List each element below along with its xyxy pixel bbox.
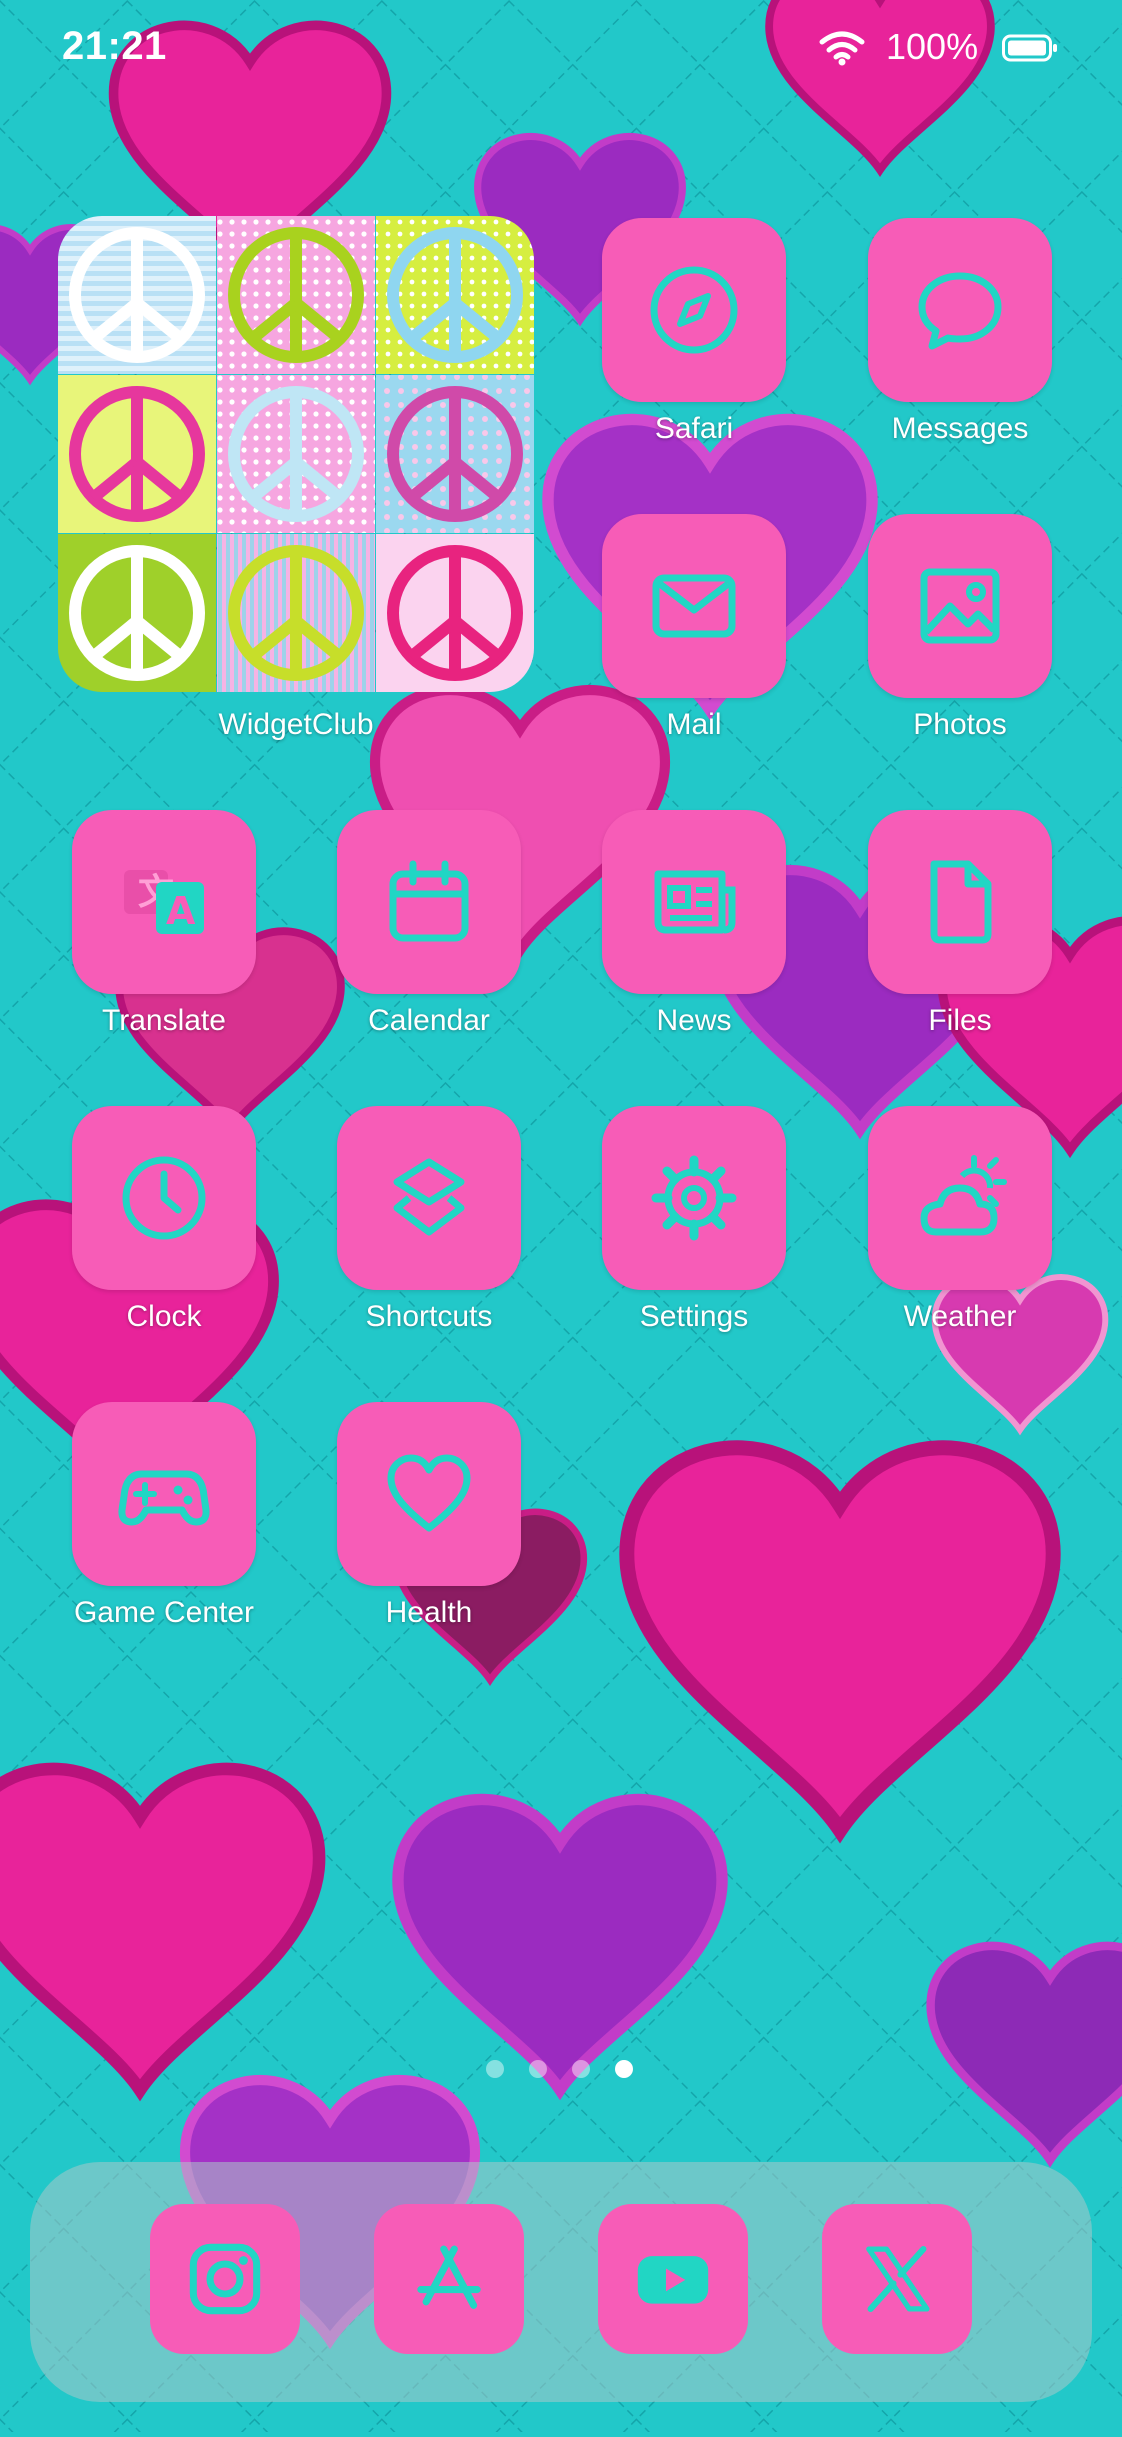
- page-dot-1[interactable]: [486, 2060, 504, 2078]
- compass-icon: [650, 266, 738, 354]
- dock-app-instagram[interactable]: [150, 2204, 300, 2354]
- youtube-icon: [637, 2256, 709, 2304]
- app-label: Weather: [903, 1300, 1017, 1333]
- wifi-icon: [819, 31, 865, 66]
- app-label: Photos: [913, 708, 1007, 741]
- app-icon-game-center: [72, 1402, 256, 1586]
- heart-icon: [387, 1454, 471, 1532]
- widgetclub-widget[interactable]: [58, 216, 534, 692]
- app-game-center[interactable]: Game Center: [72, 1402, 256, 1629]
- app-safari[interactable]: Safari: [602, 218, 786, 445]
- app-icon-settings: [602, 1106, 786, 1290]
- app-label: Game Center: [73, 1596, 255, 1629]
- app-weather[interactable]: Weather: [868, 1106, 1052, 1333]
- app-store-icon: [417, 2245, 481, 2309]
- app-label: Shortcuts: [365, 1300, 493, 1333]
- envelope-icon: [652, 574, 736, 638]
- instagram-icon: [189, 2243, 261, 2315]
- app-health[interactable]: Health: [337, 1402, 521, 1629]
- app-label: News: [656, 1004, 732, 1037]
- app-shortcuts[interactable]: Shortcuts: [337, 1106, 521, 1333]
- sun-cloud-icon: [920, 1155, 1007, 1236]
- app-icon-photos: [868, 514, 1052, 698]
- page-indicator[interactable]: [0, 2060, 1122, 2084]
- translate-icon: 文 A: [124, 870, 204, 934]
- layers-icon: [393, 1158, 465, 1236]
- gamepad-icon: [118, 1470, 210, 1526]
- dock-app-x[interactable]: [822, 2204, 972, 2354]
- app-icon-news: [602, 810, 786, 994]
- page-dot-2[interactable]: [529, 2060, 547, 2078]
- status-bar: 21:21 100%: [0, 0, 1122, 100]
- page-dot-4-active[interactable]: [615, 2060, 633, 2078]
- app-label: Clock: [126, 1300, 202, 1333]
- app-label: Mail: [666, 708, 722, 741]
- app-icon-weather: [868, 1106, 1052, 1290]
- app-calendar[interactable]: Calendar: [337, 810, 521, 1037]
- page-dot-3[interactable]: [572, 2060, 590, 2078]
- app-label: Health: [385, 1596, 473, 1629]
- dock-app-app-store[interactable]: [374, 2204, 524, 2354]
- app-icon-messages: [868, 218, 1052, 402]
- app-label: Translate: [102, 1004, 226, 1037]
- file-icon: [930, 860, 992, 944]
- status-time: 21:21: [62, 24, 167, 68]
- app-label: Settings: [639, 1300, 749, 1333]
- calendar-icon: [389, 860, 469, 942]
- app-news[interactable]: News: [602, 810, 786, 1037]
- app-label: Files: [928, 1004, 992, 1037]
- app-icon-health: [337, 1402, 521, 1586]
- app-icon-calendar: [337, 810, 521, 994]
- app-files[interactable]: Files: [868, 810, 1052, 1037]
- app-mail[interactable]: Mail: [602, 514, 786, 741]
- app-settings[interactable]: Settings: [602, 1106, 786, 1333]
- app-clock[interactable]: Clock: [72, 1106, 256, 1333]
- app-messages[interactable]: Messages: [868, 218, 1052, 445]
- app-icon-files: [868, 810, 1052, 994]
- chat-bubble-icon: [918, 272, 1002, 350]
- x-logo-icon: [866, 2246, 930, 2312]
- battery-percent: 100%: [886, 26, 979, 67]
- app-icon-translate: 文 A: [72, 810, 256, 994]
- dock-app-youtube[interactable]: [598, 2204, 748, 2354]
- app-translate[interactable]: 文 A Translate: [72, 810, 256, 1037]
- app-photos[interactable]: Photos: [868, 514, 1052, 741]
- gear-icon: [651, 1155, 737, 1241]
- battery-full-icon: [1002, 34, 1057, 62]
- app-icon-mail: [602, 514, 786, 698]
- app-label: Safari: [654, 412, 734, 445]
- svg-text:A: A: [166, 889, 196, 933]
- clock-icon: [122, 1156, 206, 1240]
- photo-icon: [920, 568, 1000, 644]
- app-icon-clock: [72, 1106, 256, 1290]
- peace-sign-collage: [58, 216, 534, 692]
- app-icon-safari: [602, 218, 786, 402]
- widget-label: WidgetClub: [218, 708, 374, 741]
- app-icon-shortcuts: [337, 1106, 521, 1290]
- app-label: Calendar: [368, 1004, 490, 1037]
- newspaper-icon: [654, 870, 736, 934]
- app-label: Messages: [891, 412, 1029, 445]
